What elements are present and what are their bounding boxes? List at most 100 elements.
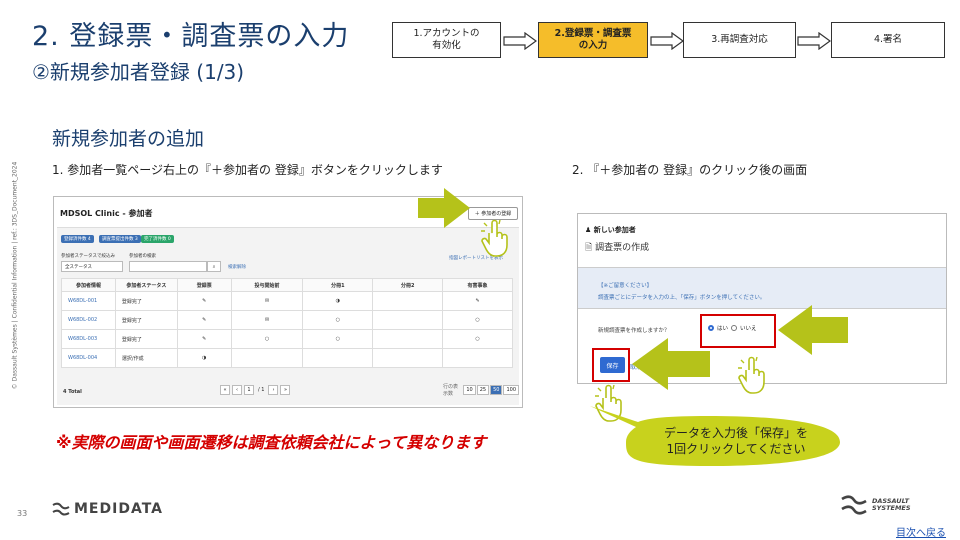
search-label: 参加者の検索 bbox=[129, 254, 156, 259]
next-page-button[interactable]: › bbox=[268, 385, 279, 395]
notice-body: 調査票ごとにデータを入力の上、「保存」ボタンを押してください。 bbox=[598, 295, 766, 301]
form-icon[interactable] bbox=[442, 348, 513, 368]
step-4: 4.署名 bbox=[831, 22, 945, 58]
status-filter-label: 参加者ステータスで絞込み bbox=[61, 254, 115, 259]
status-filter-select[interactable]: 全ステータス bbox=[61, 261, 123, 272]
form-icon[interactable] bbox=[302, 348, 374, 368]
last-page-button[interactable]: » bbox=[280, 385, 291, 395]
create-survey-question: 新規調査票を作成しますか？ bbox=[598, 328, 670, 334]
participant-id-link[interactable]: W68DL-001 bbox=[61, 291, 116, 311]
page-size-option-selected[interactable]: 50 bbox=[490, 385, 503, 395]
form-icon[interactable]: ◑ bbox=[302, 291, 374, 311]
dassault-line-2: SYSTEMES bbox=[872, 504, 911, 512]
highlight-radio-box bbox=[700, 314, 776, 348]
page-number: 33 bbox=[17, 509, 28, 518]
form-icon[interactable]: ✎ bbox=[176, 310, 232, 330]
3ds-logo-icon bbox=[841, 495, 867, 515]
clear-search-link[interactable]: 検索解除 bbox=[228, 264, 246, 270]
medidata-logo: MEDIDATA bbox=[52, 501, 163, 517]
form-icon[interactable]: ○ bbox=[442, 329, 513, 349]
column-header: 登録票 bbox=[176, 278, 232, 292]
step-2-current: 2.登録票・調査票 の入力 bbox=[538, 22, 648, 58]
table-row: W68DL-003 登録完了 ✎ ○ ○ ○ bbox=[61, 329, 513, 349]
page-size-label: 行の表示数 bbox=[443, 384, 459, 397]
form-icon[interactable] bbox=[230, 348, 304, 368]
participant-status: 登録完了 bbox=[114, 291, 178, 311]
step-flow: 1.アカウントの 有効化 2.登録票・調査票 の入力 3.再調査対応 4.署名 bbox=[0, 22, 960, 62]
confidential-notice: © Dassault Systèmes | Confidential Infor… bbox=[10, 160, 19, 400]
column-header: 参加者情報 bbox=[61, 278, 116, 292]
search-icon[interactable]: ⌕ bbox=[207, 261, 221, 272]
form-icon[interactable]: ○ bbox=[442, 310, 513, 330]
prev-page-button[interactable]: ‹ bbox=[232, 385, 242, 395]
table-row: W68DL-002 登録完了 ✎ ✉ ○ ○ bbox=[61, 310, 513, 330]
pointer-arrow-icon bbox=[418, 188, 470, 228]
page-size-selector: 行の表示数 10 25 50 100 bbox=[441, 384, 519, 397]
form-icon[interactable]: ✎ bbox=[442, 291, 513, 311]
step-3: 3.再調査対応 bbox=[683, 22, 796, 58]
form-icon[interactable]: ✎ bbox=[176, 329, 232, 349]
form-icon[interactable]: ○ bbox=[230, 329, 304, 349]
3ds-logo-icon bbox=[52, 502, 70, 516]
step-arrow-icon bbox=[650, 32, 684, 50]
participant-id-link[interactable]: W68DL-004 bbox=[61, 348, 116, 368]
create-survey-label: 調査票の作成 bbox=[595, 243, 650, 253]
dassault-wordmark: DASSAULT SYSTEMES bbox=[872, 498, 911, 512]
notice-panel: 【※ご留意ください】 調査票ごとにデータを入力の上、「保存」ボタンを押してくださ… bbox=[578, 267, 946, 309]
medidata-wordmark: MEDIDATA bbox=[74, 501, 163, 517]
form-icon[interactable]: ✉ bbox=[230, 310, 304, 330]
confidential-text: © Dassault Systèmes | Confidential Infor… bbox=[11, 161, 19, 390]
page-number-input[interactable]: 1 bbox=[244, 385, 254, 395]
dassault-logo: DASSAULT SYSTEMES bbox=[840, 494, 911, 516]
badge-completed: 完了済件数 0 bbox=[141, 235, 174, 243]
participant-list-body: 登録済件数 4 調査票提出件数 3 完了済件数 0 参加者ステータスで絞込み 参… bbox=[57, 227, 519, 405]
page-size-option[interactable]: 10 bbox=[463, 385, 476, 395]
hand-cursor-icon bbox=[738, 356, 765, 394]
participant-status: 登録完了 bbox=[114, 329, 178, 349]
table-row: W68DL-001 登録完了 ✎ ✉ ◑ ✎ bbox=[61, 291, 513, 311]
new-participant-label: 新しい参加者 bbox=[593, 226, 636, 234]
participant-table: 参加者情報 参加者ステータス 登録票 投与開始前 分冊1 分冊2 有害事象 W6… bbox=[61, 278, 513, 368]
new-participant-header: ♟ 新しい参加者 bbox=[585, 225, 636, 235]
column-header: 投与開始前 bbox=[230, 278, 304, 292]
highlight-save-box bbox=[592, 348, 630, 382]
toc-link[interactable]: 目次へ戻る bbox=[896, 524, 946, 539]
table-header-row: 参加者情報 参加者ステータス 登録票 投与開始前 分冊1 分冊2 有害事象 bbox=[61, 278, 513, 292]
step-1: 1.アカウントの 有効化 bbox=[392, 22, 501, 58]
form-icon[interactable]: ○ bbox=[302, 329, 374, 349]
page-size-option[interactable]: 25 bbox=[476, 385, 490, 395]
pointer-arrow-icon bbox=[632, 338, 710, 390]
pagination: « ‹ 1 / 1 › » bbox=[220, 385, 291, 395]
form-icon[interactable]: ○ bbox=[302, 310, 374, 330]
participant-list-header: MDSOL Clinic - 参加者 bbox=[60, 209, 153, 218]
column-header: 参加者ステータス bbox=[114, 278, 178, 292]
search-input[interactable] bbox=[129, 261, 207, 272]
pointer-arrow-icon bbox=[778, 305, 848, 355]
create-survey-title: 🗎 調査票の作成 bbox=[585, 240, 649, 256]
total-count: 4 Total bbox=[63, 389, 82, 395]
form-icon[interactable] bbox=[372, 329, 444, 349]
section-title: 新規参加者の追加 bbox=[52, 128, 205, 150]
user-icon: ♟ bbox=[585, 226, 592, 234]
disclaimer-note: ※実際の画面や画面遷移は調査依頼会社によって異なります bbox=[56, 433, 487, 452]
form-icon[interactable]: ◑ bbox=[176, 348, 232, 368]
form-icon[interactable] bbox=[372, 291, 444, 311]
column-header: 分冊1 bbox=[302, 278, 374, 292]
page-size-option[interactable]: 100 bbox=[503, 385, 519, 395]
callout-text: データを入力後「保存」を 1回クリックしてください bbox=[663, 426, 808, 457]
form-icon[interactable] bbox=[372, 348, 444, 368]
badge-submitted: 調査票提出件数 3 bbox=[99, 235, 141, 243]
column-header: 分冊2 bbox=[372, 278, 444, 292]
participant-id-link[interactable]: W68DL-002 bbox=[61, 310, 116, 330]
step-arrow-icon bbox=[797, 32, 831, 50]
form-icon[interactable] bbox=[372, 310, 444, 330]
table-row: W68DL-004 選択/作成 ◑ bbox=[61, 348, 513, 368]
instruction-1: 1. 参加者一覧ページ右上の『＋参加者の 登録』ボタンをクリックします bbox=[52, 163, 443, 177]
first-page-button[interactable]: « bbox=[220, 385, 230, 395]
participant-id-link[interactable]: W68DL-003 bbox=[61, 329, 116, 349]
document-icon: 🗎 bbox=[585, 243, 593, 253]
step-arrow-icon bbox=[503, 32, 537, 50]
notice-title: 【※ご留意ください】 bbox=[598, 283, 653, 289]
form-icon[interactable]: ✉ bbox=[230, 291, 304, 311]
form-icon[interactable]: ✎ bbox=[176, 291, 232, 311]
